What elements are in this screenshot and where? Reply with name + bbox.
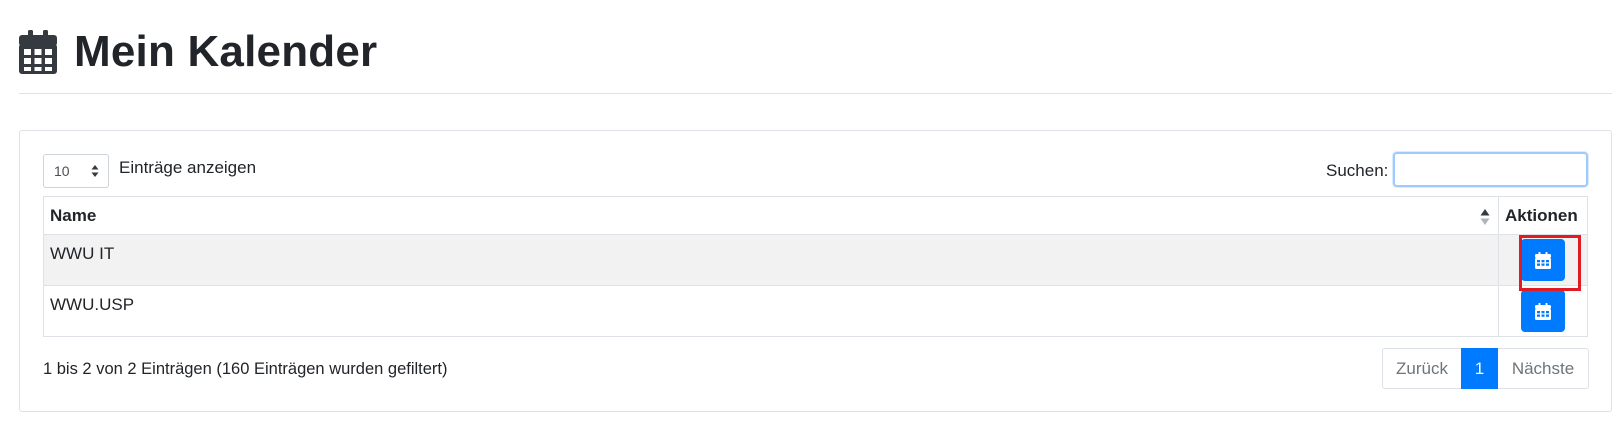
column-header-name-label: Name xyxy=(50,205,97,225)
page-title: Mein Kalender xyxy=(74,27,378,76)
open-calendar-button[interactable] xyxy=(1521,239,1565,281)
pagination: Zurück 1 Nächste xyxy=(1382,348,1589,389)
calendar-table: Name Aktionen WWU IT WWU.USP xyxy=(43,196,1588,337)
open-calendar-button[interactable] xyxy=(1521,290,1565,332)
page-header: Mein Kalender xyxy=(19,22,377,82)
calendar-icon xyxy=(1535,302,1551,320)
table-header-row: Name Aktionen xyxy=(43,196,1588,235)
entries-per-page-select[interactable]: 10 xyxy=(43,154,109,188)
search-label: Suchen: xyxy=(1326,161,1389,180)
entries-per-page-value: 10 xyxy=(54,163,70,179)
search-input[interactable] xyxy=(1393,152,1588,187)
table-row: WWU.USP xyxy=(43,285,1588,337)
calendar-icon xyxy=(1535,251,1551,269)
table-info: 1 bis 2 von 2 Einträgen (160 Einträgen w… xyxy=(43,360,448,378)
pagination-previous[interactable]: Zurück xyxy=(1382,348,1461,389)
select-arrows-icon xyxy=(91,165,99,177)
entries-per-page-label: Einträge anzeigen xyxy=(119,158,257,177)
row-name-cell: WWU.USP xyxy=(43,285,1499,337)
calendar-icon xyxy=(19,30,57,74)
sort-icon[interactable] xyxy=(1480,208,1490,226)
table-row: WWU IT xyxy=(43,234,1588,286)
pagination-page-1[interactable]: 1 xyxy=(1461,348,1498,389)
pagination-next[interactable]: Nächste xyxy=(1498,348,1589,389)
header-divider xyxy=(19,93,1612,94)
column-header-name[interactable]: Name xyxy=(43,196,1499,235)
column-header-actions: Aktionen xyxy=(1498,196,1588,235)
row-name-cell: WWU IT xyxy=(43,234,1499,286)
